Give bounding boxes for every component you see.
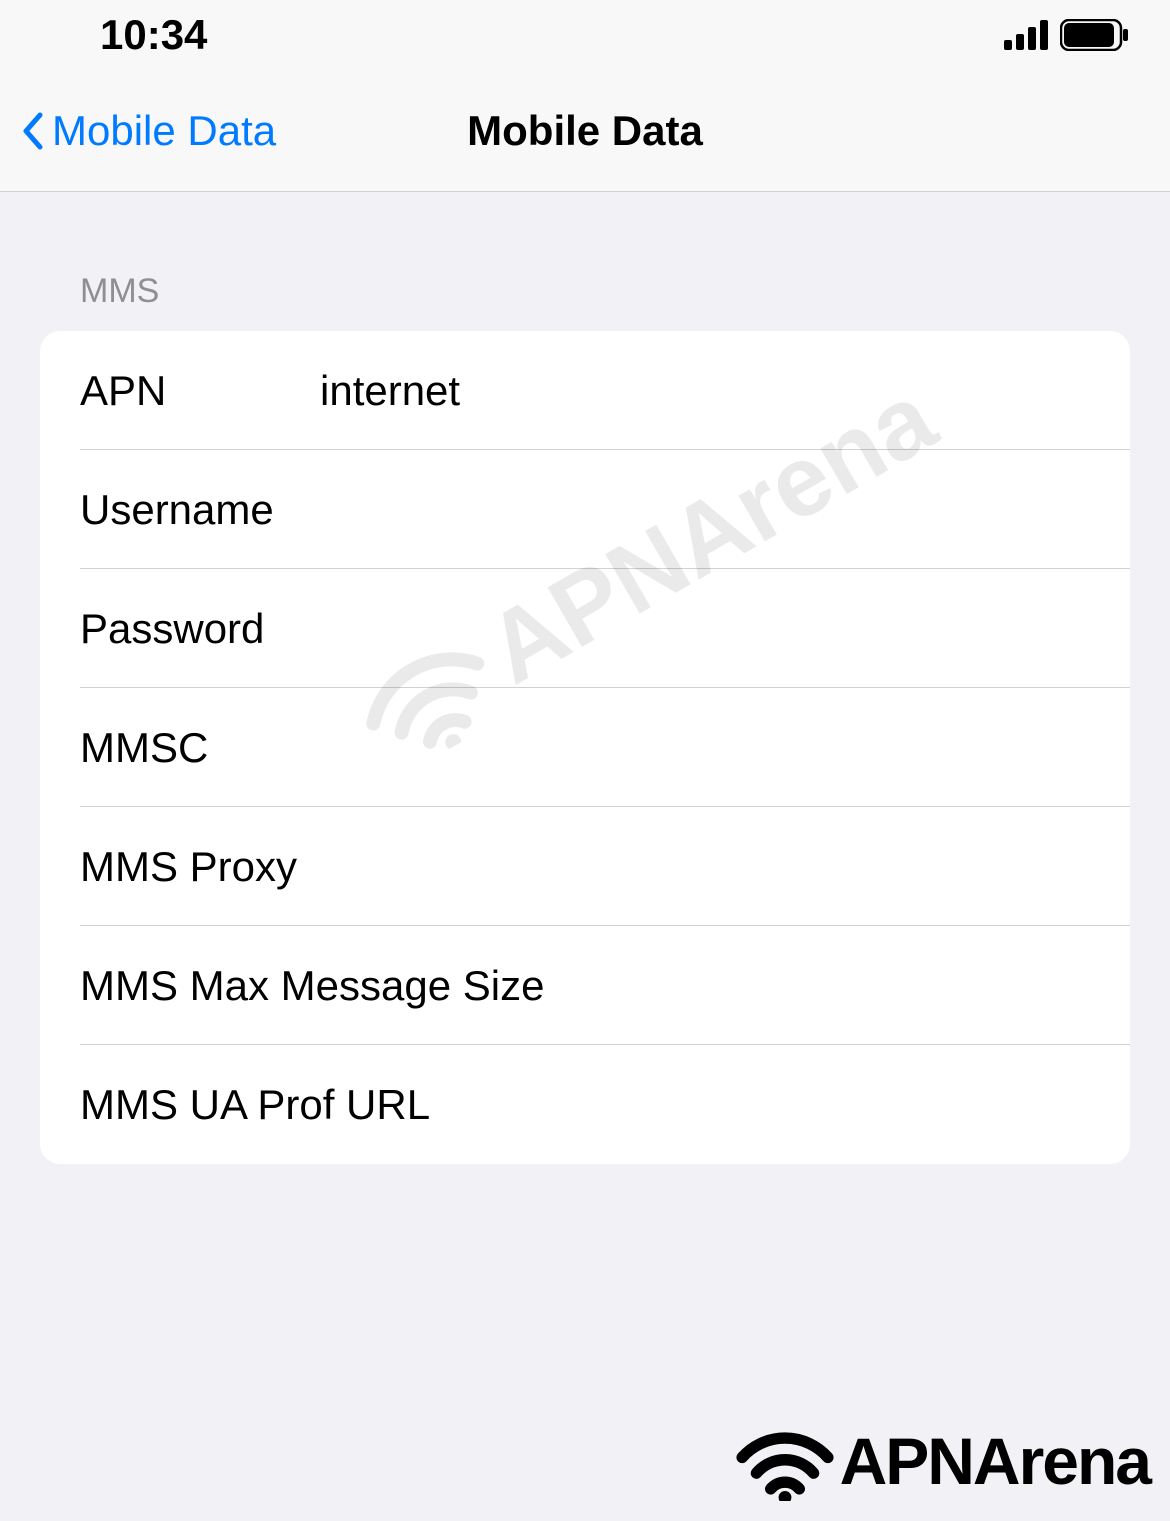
label-mmsc: MMSC [80,724,320,772]
wifi-icon [735,1421,835,1501]
input-mms-ua-prof[interactable] [430,1081,1090,1129]
section-header-mms: MMS [40,272,1130,311]
row-mms-ua-prof[interactable]: MMS UA Prof URL [40,1045,1130,1164]
row-mmsc[interactable]: MMSC [40,688,1130,807]
row-mms-proxy[interactable]: MMS Proxy [40,807,1130,926]
cellular-signal-icon [1004,20,1050,50]
input-mms-max-size[interactable] [544,962,1090,1010]
label-mms-proxy: MMS Proxy [80,843,297,891]
input-apn[interactable] [320,367,1090,415]
nav-bar: Mobile Data Mobile Data [0,70,1170,192]
row-apn[interactable]: APN [40,331,1130,450]
battery-icon [1060,19,1130,51]
label-mms-ua-prof: MMS UA Prof URL [80,1081,430,1129]
watermark-bottom: APNArena [735,1421,1150,1501]
back-label: Mobile Data [52,107,276,155]
status-bar: 10:34 [0,0,1170,70]
chevron-left-icon [20,111,44,151]
row-password[interactable]: Password [40,569,1130,688]
input-password[interactable] [320,605,1090,653]
label-username: Username [80,486,320,534]
label-password: Password [80,605,320,653]
input-mmsc[interactable] [320,724,1090,772]
input-mms-proxy[interactable] [297,843,1090,891]
content: MMS APN Username Password MMSC MMS Proxy… [0,192,1170,1164]
row-username[interactable]: Username [40,450,1130,569]
nav-title: Mobile Data [467,107,703,155]
label-mms-max-size: MMS Max Message Size [80,962,544,1010]
label-apn: APN [80,367,320,415]
row-mms-max-size[interactable]: MMS Max Message Size [40,926,1130,1045]
input-username[interactable] [320,486,1090,534]
back-button[interactable]: Mobile Data [0,107,276,155]
status-time: 10:34 [100,11,207,59]
status-indicators [1004,19,1130,51]
settings-group: APN Username Password MMSC MMS Proxy MMS… [40,331,1130,1164]
watermark-bottom-text: APNArena [840,1423,1150,1499]
